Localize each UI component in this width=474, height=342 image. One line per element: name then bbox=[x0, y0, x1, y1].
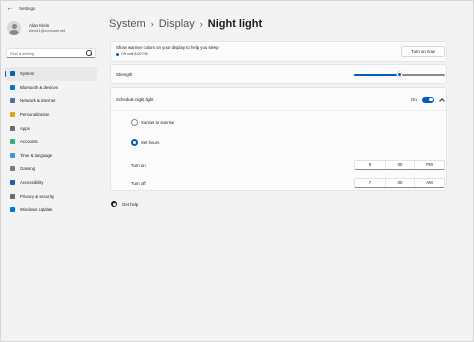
title-bar: ← Settings bbox=[1, 1, 473, 15]
turn-on-hour[interactable]: 9 bbox=[355, 160, 386, 169]
search-input[interactable]: Find a setting bbox=[10, 51, 86, 56]
user-profile[interactable]: Alan Klein klein11@comcast.net bbox=[7, 21, 65, 35]
set-hours-label: Set hours bbox=[141, 140, 160, 145]
wifi-icon bbox=[10, 98, 15, 104]
turn-on-label: Turn on bbox=[131, 163, 146, 168]
turn-on-minute[interactable]: 00 bbox=[386, 160, 415, 169]
shield-icon bbox=[10, 193, 15, 199]
sidebar-item-time-language[interactable]: Time & language bbox=[5, 149, 97, 163]
sidebar-item-accessibility[interactable]: Accessibility bbox=[5, 176, 97, 190]
sidebar-item-label: Privacy & security bbox=[20, 193, 55, 199]
brush-icon bbox=[10, 112, 15, 118]
refresh-icon bbox=[10, 207, 15, 213]
turn-off-minute[interactable]: 00 bbox=[386, 178, 415, 187]
schedule-toggle[interactable] bbox=[422, 96, 434, 103]
globe-clock-icon bbox=[10, 152, 15, 158]
get-help-link[interactable]: Get help bbox=[111, 201, 138, 207]
sidebar: Alan Klein klein11@comcast.net Find a se… bbox=[1, 15, 101, 342]
turn-off-hour[interactable]: 7 bbox=[355, 178, 386, 187]
sunset-sunrise-label: Sunset to sunrise bbox=[141, 120, 175, 125]
sidebar-item-label: Windows Update bbox=[20, 207, 53, 213]
divider bbox=[111, 110, 446, 111]
strength-card: Strength bbox=[110, 64, 447, 84]
schedule-label: Schedule night light bbox=[116, 97, 154, 102]
night-light-status: Off until 8:00 PM bbox=[121, 52, 148, 56]
breadcrumb-system[interactable]: System bbox=[109, 18, 146, 30]
sidebar-item-label: Gaming bbox=[20, 166, 36, 172]
breadcrumb-separator-icon: › bbox=[150, 19, 154, 29]
strength-slider-thumb[interactable] bbox=[397, 72, 402, 78]
sidebar-item-label: Accounts bbox=[20, 139, 38, 145]
breadcrumb-display[interactable]: Display bbox=[159, 18, 195, 30]
turn-off-time-picker[interactable]: 7 00 AM bbox=[354, 177, 445, 188]
settings-window: ← Settings Alan Klein klein11@comcast.ne… bbox=[0, 0, 474, 342]
page-title: Night light bbox=[207, 18, 263, 30]
accessibility-icon bbox=[10, 180, 15, 186]
breadcrumb: System › Display › Night light bbox=[109, 18, 262, 30]
sidebar-item-windows-update[interactable]: Windows Update bbox=[5, 203, 97, 217]
status-dot-icon bbox=[116, 52, 120, 56]
set-hours-radio[interactable] bbox=[131, 138, 138, 146]
sidebar-item-apps[interactable]: Apps bbox=[5, 121, 97, 135]
sidebar-item-personalization[interactable]: Personalization bbox=[5, 108, 97, 122]
sidebar-item-network-internet[interactable]: Network & internet bbox=[5, 94, 97, 108]
back-arrow-icon[interactable]: ← bbox=[5, 3, 15, 13]
gamepad-icon bbox=[10, 166, 15, 172]
sidebar-item-accounts[interactable]: Accounts bbox=[5, 135, 97, 149]
sidebar-item-label: Bluetooth & devices bbox=[20, 84, 58, 90]
breadcrumb-separator-icon: › bbox=[199, 19, 203, 29]
night-light-description: Show warmer colors on your display to he… bbox=[116, 45, 219, 50]
schedule-card: Schedule night light On Sunset to sunris… bbox=[110, 87, 447, 191]
sidebar-item-label: Apps bbox=[20, 125, 30, 131]
sidebar-item-bluetooth-devices[interactable]: Bluetooth & devices bbox=[5, 81, 97, 95]
person-icon bbox=[10, 139, 15, 145]
sidebar-item-label: System bbox=[20, 71, 35, 77]
apps-icon bbox=[10, 125, 15, 131]
chevron-up-icon[interactable] bbox=[439, 98, 445, 104]
search-icon[interactable] bbox=[86, 50, 92, 56]
profile-email: klein11@comcast.net bbox=[29, 28, 66, 33]
turn-off-label: Turn off bbox=[131, 181, 146, 186]
bluetooth-icon bbox=[10, 84, 15, 90]
sidebar-item-privacy-security[interactable]: Privacy & security bbox=[5, 189, 97, 203]
sidebar-item-label: Accessibility bbox=[20, 180, 44, 186]
sidebar-item-label: Personalization bbox=[20, 112, 50, 118]
get-help-label: Get help bbox=[122, 201, 139, 207]
sidebar-nav: System Bluetooth & devices Network & inter… bbox=[5, 67, 97, 217]
avatar-icon bbox=[7, 21, 21, 35]
help-icon bbox=[111, 201, 117, 207]
turn-off-period[interactable]: AM bbox=[415, 179, 444, 187]
app-title: Settings bbox=[19, 5, 36, 11]
monitor-icon bbox=[10, 71, 15, 77]
sidebar-item-label: Time & language bbox=[20, 152, 53, 158]
night-light-card: Show warmer colors on your display to he… bbox=[110, 41, 447, 62]
turn-on-period[interactable]: PM bbox=[415, 161, 444, 169]
sunset-sunrise-radio[interactable] bbox=[131, 118, 138, 126]
sidebar-item-system[interactable]: System bbox=[5, 67, 97, 81]
search-box[interactable]: Find a setting bbox=[6, 48, 96, 58]
strength-label: Strength bbox=[116, 72, 133, 77]
schedule-toggle-text: On bbox=[411, 97, 417, 102]
sidebar-item-gaming[interactable]: Gaming bbox=[5, 162, 97, 176]
turn-on-time-picker[interactable]: 9 00 PM bbox=[354, 159, 445, 170]
sidebar-item-label: Network & internet bbox=[20, 98, 56, 104]
strength-slider-fill bbox=[354, 74, 400, 76]
turn-on-now-button[interactable]: Turn on now bbox=[401, 46, 445, 57]
